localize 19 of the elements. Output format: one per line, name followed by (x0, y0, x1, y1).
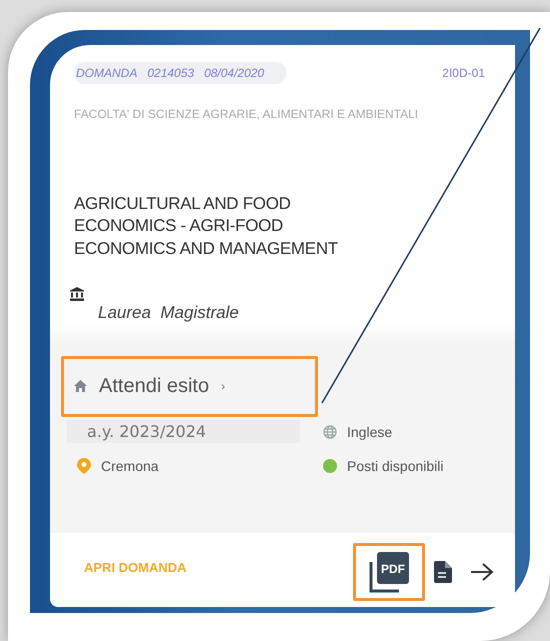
course-code: 2I0D-01 (442, 66, 485, 80)
degree-type: Laurea Magistrale (98, 302, 239, 323)
language-label: Inglese (347, 424, 392, 440)
globe-icon (323, 424, 337, 439)
location-label: Cremona (101, 458, 159, 474)
application-date: 08/04/2020 (204, 66, 264, 80)
course-title: AGRICULTURAL AND FOOD ECONOMICS - AGRI-FOOD ECONOMICS AND MANAGEMENT (74, 193, 339, 260)
home-icon (74, 380, 87, 392)
application-label: DOMANDA (76, 66, 138, 80)
institution-icon (70, 286, 84, 301)
chevron-icon: › (221, 379, 226, 394)
pdf-button[interactable]: PDF (353, 543, 425, 601)
application-number: 0214053 (147, 66, 194, 80)
faculty-name: FACOLTA' DI SCIENZE AGRARIE, ALIMENTARI E AMBIENTALI (74, 106, 419, 123)
status-label: Attendi esito (99, 374, 210, 398)
document-icon (434, 561, 452, 583)
arrow-icon (470, 562, 494, 582)
availability-label: Posti disponibili (347, 458, 444, 474)
academic-year: a.y. 2023/2024 (67, 420, 300, 444)
